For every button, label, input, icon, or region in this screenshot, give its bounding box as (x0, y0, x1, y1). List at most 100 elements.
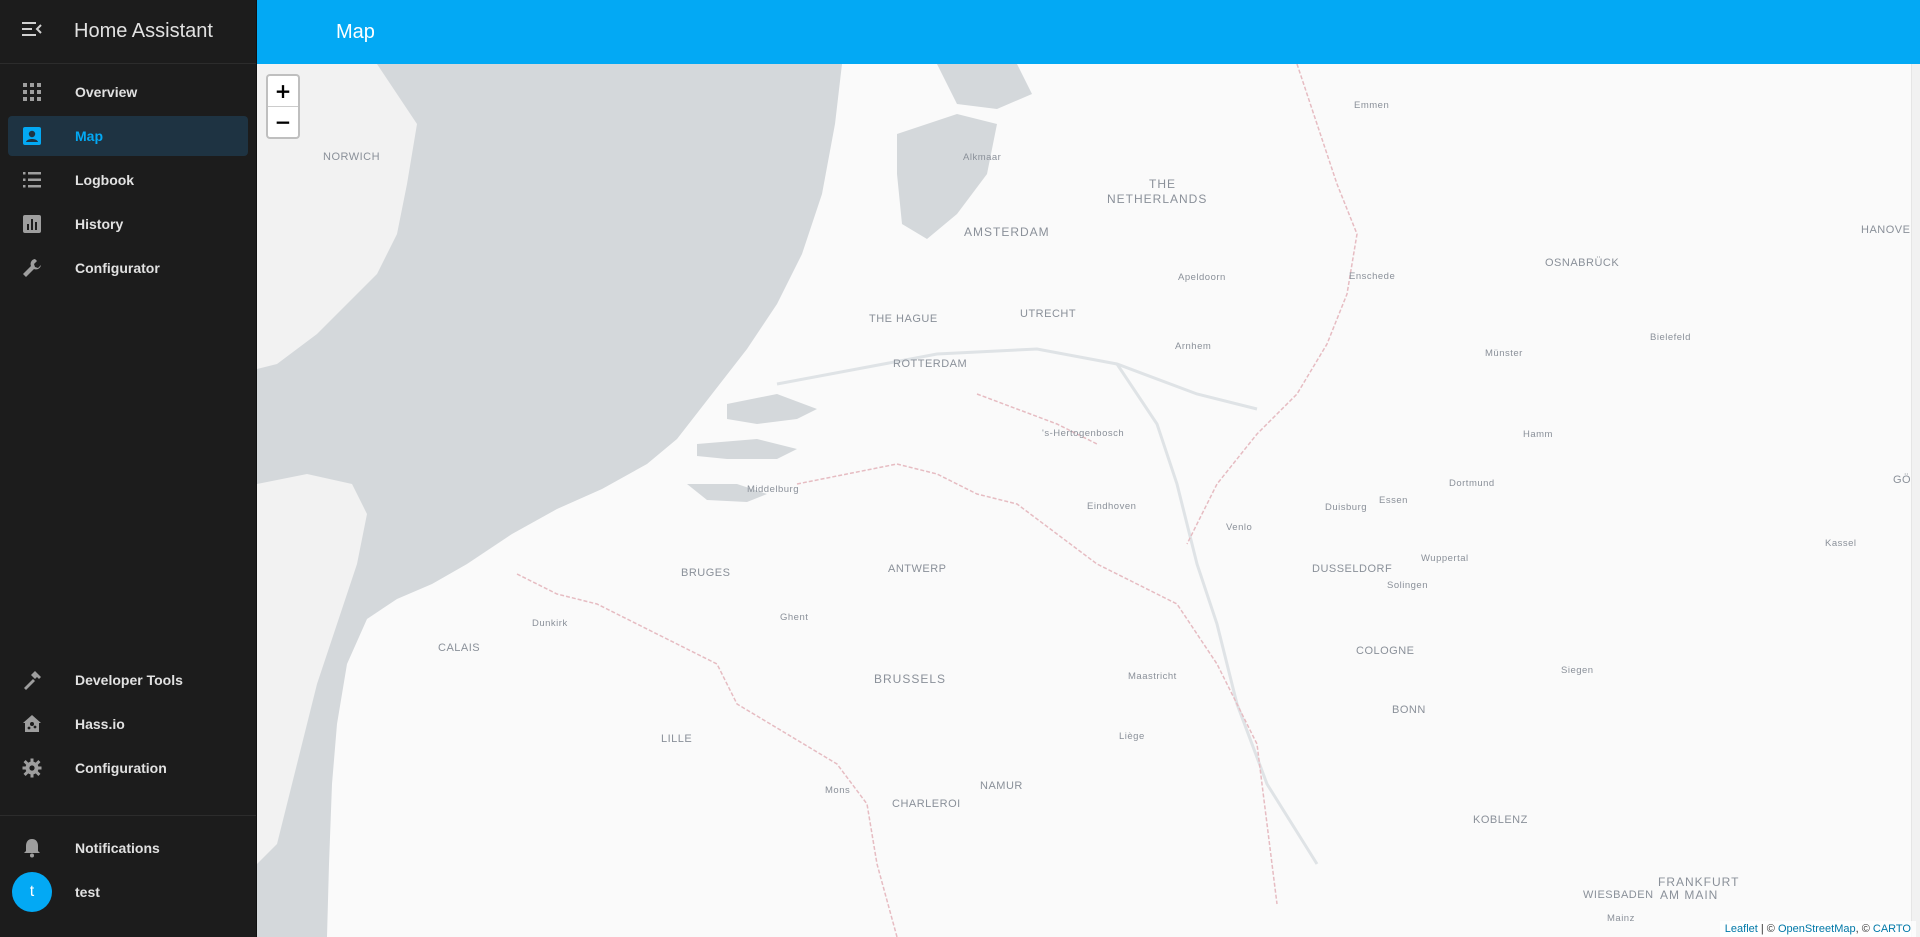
app-toolbar: Map (257, 0, 1920, 64)
leaflet-link[interactable]: Leaflet (1725, 923, 1758, 935)
sidebar-divider (0, 815, 256, 816)
map-label-brussels: BRUSSELS (874, 672, 947, 686)
home-assistant-icon (8, 714, 56, 734)
map-label-dortmund: Dortmund (1449, 478, 1495, 489)
map-scrollbar[interactable] (1911, 64, 1920, 937)
sidebar-item-label: History (75, 216, 124, 232)
map-label-dunkirk: Dunkirk (532, 618, 568, 629)
map-label-the: THE (1149, 177, 1176, 191)
account-box-icon (8, 126, 56, 146)
avatar: t (12, 872, 52, 912)
map-label-venlo: Venlo (1226, 522, 1253, 533)
sidebar-item-label: Hass.io (75, 716, 125, 732)
attribution-separator: , © (1855, 923, 1873, 935)
map-label-go: GÖ (1893, 474, 1912, 486)
user-profile-button[interactable]: t test (8, 870, 248, 914)
sidebar-item-label: Developer Tools (75, 672, 183, 688)
sidebar-item-label: Configuration (75, 760, 167, 776)
map-label-mainz: Mainz (1607, 913, 1635, 924)
sidebar-item-developer-tools[interactable]: Developer Tools (8, 660, 248, 700)
map-label-siegen: Siegen (1561, 665, 1594, 676)
menu-collapse-icon (22, 22, 42, 41)
gear-icon (8, 758, 56, 778)
zoom-in-button[interactable]: + (268, 76, 298, 106)
app-title: Home Assistant (74, 20, 213, 42)
sidebar-item-configurator[interactable]: Configurator (8, 248, 248, 288)
map-label-namur: NAMUR (980, 780, 1023, 792)
carto-link[interactable]: CARTO (1873, 923, 1911, 935)
bell-icon (8, 838, 56, 858)
sidebar-bottom-nav: Developer Tools Hass.io Configuration (0, 656, 256, 792)
map-label-liege: Liège (1119, 731, 1145, 742)
map-label-emmen: Emmen (1354, 100, 1390, 111)
sidebar-item-label: Logbook (75, 172, 135, 188)
map-label-s-hertogenbosch: 's-Hertogenbosch (1042, 428, 1125, 439)
map-label-hanover: HANOVE (1861, 224, 1911, 236)
map-label-bruges: BRUGES (681, 567, 731, 579)
map-label-middelburg: Middelburg (747, 484, 799, 495)
sidebar-nav: Overview Map Logbook History Configurato… (0, 64, 256, 288)
attribution-separator: | © (1757, 923, 1778, 935)
map-label-dusseldorf: DUSSELDORF (1312, 563, 1393, 575)
sidebar-item-configuration[interactable]: Configuration (8, 748, 248, 788)
map-label-eindhoven: Eindhoven (1087, 501, 1137, 512)
map-label-netherlands: NETHERLANDS (1107, 192, 1208, 206)
grid-icon (8, 83, 56, 101)
sidebar-item-hassio[interactable]: Hass.io (8, 704, 248, 744)
map-label-lille: LILLE (661, 733, 693, 745)
map-label-bielefeld: Bielefeld (1650, 332, 1691, 343)
map-label-utrecht: UTRECHT (1020, 308, 1077, 320)
map-label-osnabruck: OSNABRÜCK (1545, 257, 1620, 269)
sidebar-item-logbook[interactable]: Logbook (8, 160, 248, 200)
map-label-mons: Mons (825, 785, 851, 796)
map-label-cologne: COLOGNE (1356, 645, 1415, 657)
sidebar-item-label: Configurator (75, 260, 160, 276)
zoom-out-button[interactable]: − (268, 106, 298, 137)
map-label-arnhem: Arnhem (1175, 341, 1212, 352)
map-label-essen: Essen (1379, 495, 1408, 506)
map-label-munster: Münster (1485, 348, 1523, 359)
map-label-alkmaar: Alkmaar (963, 152, 1002, 163)
map-label-rotterdam: ROTTERDAM (893, 358, 968, 370)
openstreetmap-link[interactable]: OpenStreetMap (1778, 923, 1856, 935)
map-label-charleroi: CHARLEROI (892, 798, 961, 810)
wrench-icon (8, 258, 56, 278)
sidebar-item-history[interactable]: History (8, 204, 248, 244)
map-label-maastricht: Maastricht (1128, 671, 1177, 682)
map-view[interactable]: NORWICH Alkmaar THE NETHERLANDS AMSTERDA… (257, 64, 1920, 937)
map-label-koblenz: KOBLENZ (1473, 814, 1528, 826)
map-label-bonn: BONN (1392, 704, 1426, 716)
map-label-wuppertal: Wuppertal (1421, 553, 1469, 564)
map-label-frankfurt: FRANKFURT (1658, 875, 1740, 889)
map-label-amsterdam: AMSTERDAM (964, 225, 1050, 239)
sidebar: Home Assistant Overview Map Logbook Hist… (0, 0, 257, 937)
page-title: Map (336, 20, 375, 43)
hammer-icon (8, 670, 56, 690)
menu-toggle-button[interactable] (0, 0, 64, 64)
map-label-ghent: Ghent (780, 612, 809, 623)
map-label-enschede: Enschede (1349, 271, 1396, 282)
map-label-hamm: Hamm (1523, 429, 1553, 440)
map-label-norwich: NORWICH (323, 151, 381, 163)
sidebar-item-overview[interactable]: Overview (8, 72, 248, 112)
sidebar-item-label: Map (75, 128, 103, 144)
zoom-control: + − (266, 74, 300, 139)
sidebar-item-map[interactable]: Map (8, 116, 248, 156)
sidebar-header: Home Assistant (0, 0, 256, 64)
map-label-the-hague: THE HAGUE (869, 313, 938, 325)
user-name: test (75, 884, 100, 900)
notifications-button[interactable]: Notifications (8, 826, 248, 870)
map-label-antwerp: ANTWERP (888, 563, 947, 575)
map-attribution: Leaflet | © OpenStreetMap , © CARTO (1719, 921, 1916, 937)
chart-box-icon (8, 215, 56, 233)
map-label-am-main: AM MAIN (1660, 888, 1719, 902)
map-label-apeldoorn: Apeldoorn (1178, 272, 1226, 283)
notifications-label: Notifications (75, 840, 160, 856)
list-icon (8, 172, 56, 188)
map-label-calais: CALAIS (438, 642, 481, 654)
sidebar-item-label: Overview (75, 84, 138, 100)
avatar-wrap: t (8, 872, 56, 912)
map-label-duisburg: Duisburg (1325, 502, 1368, 513)
map-label-solingen: Solingen (1387, 580, 1428, 591)
map-label-wiesbaden: WIESBADEN (1583, 889, 1654, 901)
